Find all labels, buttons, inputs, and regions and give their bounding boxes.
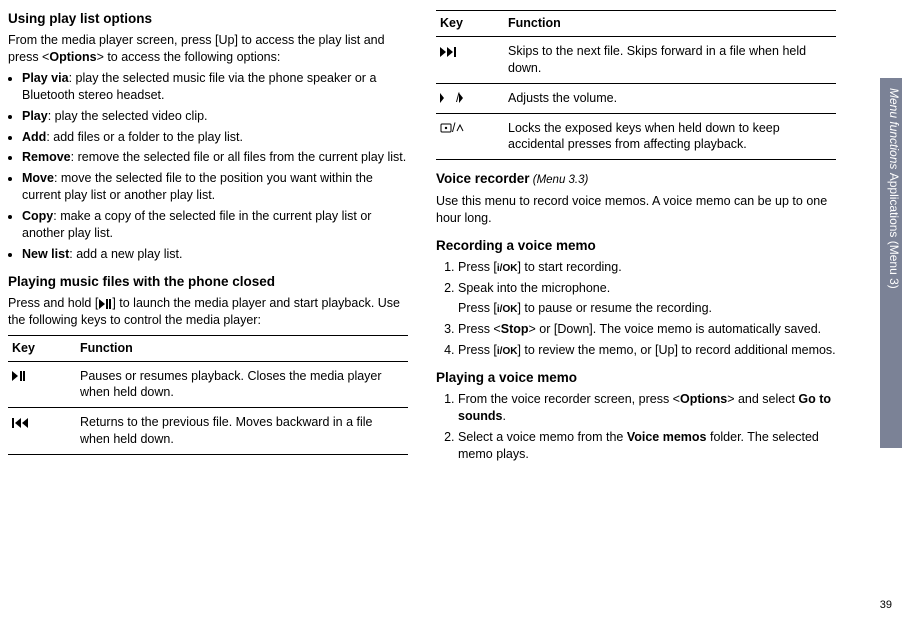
ok-key-icon: i/OK bbox=[497, 346, 518, 357]
side-tab: Menu functions Applications (Menu 3) bbox=[880, 78, 902, 448]
playing-steps: From the voice recorder screen, press <O… bbox=[436, 391, 836, 463]
table-header-function: Function bbox=[76, 335, 408, 361]
heading-playlist-options: Using play list options bbox=[8, 10, 408, 28]
table-header-function: Function bbox=[504, 11, 836, 37]
table-header-key: Key bbox=[8, 335, 76, 361]
playlist-intro: From the media player screen, press [Up]… bbox=[8, 32, 408, 66]
phone-closed-intro: Press and hold [] to launch the media pl… bbox=[8, 295, 408, 329]
function-cell: Adjusts the volume. bbox=[504, 83, 836, 113]
key-cell bbox=[436, 36, 504, 83]
function-cell: Locks the exposed keys when held down to… bbox=[504, 113, 836, 160]
key-cell bbox=[8, 361, 76, 408]
table-header-key: Key bbox=[436, 11, 504, 37]
heading-recording: Recording a voice memo bbox=[436, 237, 836, 255]
lock-key-icon: / bbox=[440, 121, 465, 135]
menu-reference: (Menu 3.3) bbox=[530, 174, 589, 186]
key-cell: / bbox=[436, 113, 504, 160]
page-number: 39 bbox=[880, 598, 892, 613]
play-pause-icon bbox=[98, 295, 112, 312]
key-cell: / bbox=[436, 83, 504, 113]
function-cell: Skips to the next file. Skips forward in… bbox=[504, 36, 836, 83]
function-cell: Pauses or resumes playback. Closes the m… bbox=[76, 361, 408, 408]
play-pause-icon bbox=[12, 369, 26, 383]
left-column: Using play list options From the media p… bbox=[8, 10, 408, 469]
recording-steps: Press [i/OK] to start recording. Speak i… bbox=[436, 259, 836, 359]
volume-icon: / bbox=[440, 91, 467, 105]
heading-playing-memo: Playing a voice memo bbox=[436, 369, 836, 387]
ok-key-icon: i/OK bbox=[497, 304, 518, 315]
heading-phone-closed: Playing music files with the phone close… bbox=[8, 273, 408, 291]
voice-intro: Use this menu to record voice memos. A v… bbox=[436, 193, 836, 227]
previous-track-icon bbox=[12, 415, 28, 429]
ok-key-icon: i/OK bbox=[497, 263, 518, 274]
key-table-right: Key Function Skips to the next file. Ski… bbox=[436, 10, 836, 160]
heading-voice-recorder: Voice recorder bbox=[436, 171, 530, 186]
function-cell: Returns to the previous file. Moves back… bbox=[76, 408, 408, 455]
playlist-option-list: Play via: play the selected music file v… bbox=[8, 70, 408, 263]
key-cell bbox=[8, 408, 76, 455]
key-table-left: Key Function Pauses or resumes playback.… bbox=[8, 335, 408, 455]
right-column: Key Function Skips to the next file. Ski… bbox=[436, 10, 836, 469]
next-track-icon bbox=[440, 44, 456, 58]
